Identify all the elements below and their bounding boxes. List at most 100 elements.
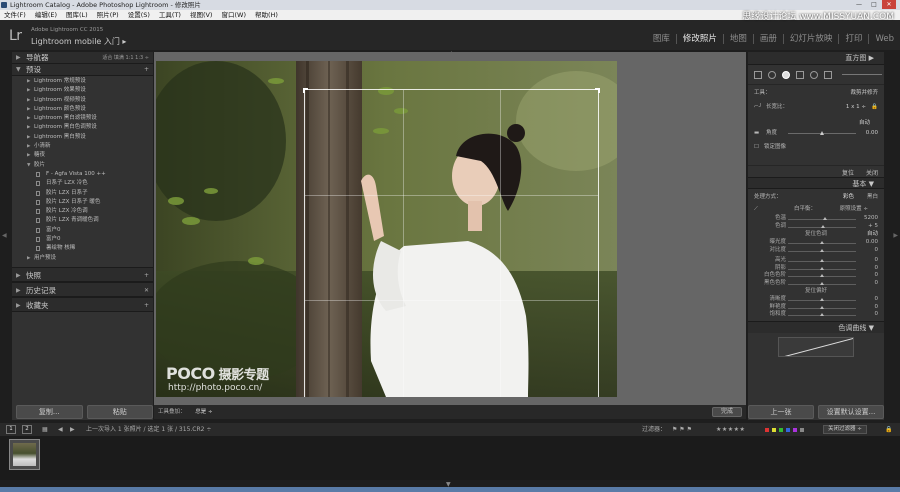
preset-folder[interactable]: ▶ 糖夜 — [12, 151, 153, 160]
slider-value[interactable]: 0 — [875, 296, 879, 304]
preset-item[interactable]: 胶片 LZX 冷色调 — [12, 207, 153, 216]
menu-photo[interactable]: 照片(P) — [97, 10, 119, 20]
menu-help[interactable]: 帮助(H) — [255, 10, 278, 20]
slider-value[interactable]: 5200 — [864, 215, 878, 223]
menu-window[interactable]: 窗口(W) — [221, 10, 246, 20]
menu-library[interactable]: 图库(L) — [66, 10, 88, 20]
color-label-swatch[interactable] — [779, 428, 783, 432]
lightroom-mobile-link[interactable]: Lightroom mobile 入门 ▸ — [31, 36, 126, 47]
done-button[interactable]: 完成 — [711, 407, 742, 417]
crop-close-button[interactable]: 关闭 — [866, 168, 878, 177]
slider-knob[interactable] — [820, 248, 824, 252]
crop-frame-icon[interactable]: ⌐┘ — [754, 102, 762, 112]
forward-arrow-icon[interactable]: ▶ — [70, 423, 75, 436]
preset-item[interactable]: 胶片 LZX 青调暖色调 — [12, 216, 153, 225]
module-book[interactable]: 画册 — [752, 34, 783, 44]
preset-item[interactable]: 富户0 — [12, 235, 153, 244]
slider-value[interactable]: + 5 — [868, 223, 878, 231]
straighten-tool-icon[interactable]: ▬ — [754, 128, 759, 138]
module-print[interactable]: 打印 — [838, 34, 868, 44]
filter-off-select[interactable]: 关闭过滤器 ÷ — [823, 425, 867, 434]
navigator-header[interactable]: ▶ 导航器 适合 填满 1:1 1:3 ÷ — [12, 52, 153, 64]
wb-eyedropper-icon[interactable]: ⟋ — [754, 203, 758, 215]
auto-straighten-button[interactable]: 自动 — [859, 118, 870, 128]
tool-overlay-select[interactable]: 总是 ÷ — [195, 409, 212, 415]
page-2-button[interactable]: 2 — [22, 425, 32, 434]
module-slideshow[interactable]: 幻灯片放映 — [782, 34, 839, 44]
crop-tool-icon[interactable] — [754, 70, 762, 79]
tone-curve-graph[interactable] — [778, 336, 854, 357]
slider-knob[interactable] — [820, 298, 824, 301]
color-label-swatch[interactable] — [772, 428, 776, 432]
wb-select[interactable]: 原照设置 ÷ — [840, 203, 868, 215]
navigator-zoom-options[interactable]: 适合 填满 1:1 1:3 ÷ — [102, 52, 149, 64]
menu-file[interactable]: 文件(F) — [4, 10, 26, 20]
snapshots-header[interactable]: ▶ 快照 + — [12, 267, 153, 282]
slider-knob[interactable] — [820, 266, 824, 270]
histogram-header[interactable]: 直方图 ▶ — [748, 52, 884, 65]
preset-folder[interactable]: ▶ 用户预设 — [12, 254, 153, 263]
slider-knob[interactable] — [820, 241, 824, 244]
treatment-bw-option[interactable]: 黑白 — [867, 191, 878, 203]
slider-value[interactable]: 0 — [875, 265, 879, 273]
preset-folder[interactable]: ▶ Lightroom 常规预设 — [12, 77, 153, 86]
basic-header[interactable]: 基本 ▼ — [748, 177, 884, 189]
preset-folder[interactable]: ▶ Lightroom 视频预设 — [12, 96, 153, 105]
presence-reset-label[interactable]: 复位 — [805, 288, 816, 294]
slider-value[interactable]: 0 — [875, 304, 879, 312]
photo-preview[interactable]: POCO 摄影专题 http://photo.poco.cn/ — [156, 61, 617, 397]
angle-slider-knob[interactable] — [820, 131, 824, 135]
right-panel-toggle-icon[interactable]: ▶ — [893, 232, 898, 239]
module-develop[interactable]: 修改照片 — [675, 34, 723, 44]
preset-item[interactable]: F - Agfa Vista 100 ++ — [12, 170, 153, 179]
flag-filter-icon[interactable]: ⚑ ⚑ ⚑ — [672, 423, 692, 436]
constrain-checkbox[interactable]: ☐ — [754, 142, 759, 152]
presets-header[interactable]: ▼ 预设 + — [12, 64, 153, 76]
color-label-swatch[interactable] — [800, 428, 804, 432]
preset-folder[interactable]: ▶ Lightroom 颜色预设 — [12, 105, 153, 114]
preset-folder[interactable]: ▶ Lightroom 黑白滤镜预设 — [12, 114, 153, 123]
preset-item[interactable]: 胶片 LZX 日系子 — [12, 189, 153, 198]
filter-lock-icon[interactable]: 🔒 — [885, 423, 892, 436]
page-1-button[interactable]: 1 — [6, 425, 16, 434]
filmstrip-source[interactable]: 上一次导入 1 张照片 / 选定 1 张 / 315.CR2 ÷ — [86, 423, 211, 436]
crop-handle-top-right[interactable] — [595, 88, 600, 93]
slider-knob[interactable] — [820, 305, 824, 309]
slider-knob[interactable] — [820, 259, 824, 262]
spot-removal-icon[interactable] — [768, 70, 776, 79]
color-label-swatch[interactable] — [793, 428, 797, 432]
module-web[interactable]: Web — [868, 34, 900, 44]
preset-folder[interactable]: ▶ Lightroom 黑白色调预设 — [12, 123, 153, 132]
add-collection-icon[interactable]: + — [144, 298, 149, 313]
radial-filter-icon[interactable] — [810, 70, 818, 79]
menu-view[interactable]: 视图(V) — [190, 10, 213, 20]
grid-view-icon[interactable]: ▦ — [42, 423, 48, 436]
add-preset-icon[interactable]: + — [144, 64, 149, 76]
collections-header[interactable]: ▶ 收藏夹 + — [12, 297, 153, 312]
filmstrip-thumbnail[interactable] — [9, 439, 40, 470]
add-snapshot-icon[interactable]: + — [144, 268, 149, 283]
history-header[interactable]: ▶ 历史记录 ✕ — [12, 282, 153, 297]
slider-value[interactable]: 0 — [875, 247, 879, 255]
clear-history-icon[interactable]: ✕ — [144, 283, 149, 298]
preset-item[interactable]: 日系子 LZX 冷色 — [12, 179, 153, 188]
crop-overlay[interactable] — [303, 88, 600, 397]
rating-filter[interactable]: ★★★★★ — [716, 423, 745, 436]
slider-value[interactable]: 0.00 — [866, 239, 878, 247]
aspect-select[interactable]: 1 x 1 ÷ — [846, 102, 866, 112]
maximize-button[interactable]: □ — [867, 0, 881, 9]
crop-handle-top-left[interactable] — [303, 88, 308, 93]
red-eye-icon[interactable] — [782, 70, 790, 79]
set-default-button[interactable]: 设置默认设置... — [818, 405, 884, 419]
treatment-color-option[interactable]: 彩色 — [843, 191, 854, 203]
copy-settings-button[interactable]: 复制... — [16, 405, 83, 419]
tone-curve-header[interactable]: 色调曲线 ▼ — [748, 320, 884, 333]
slider-value[interactable]: 0 — [875, 272, 879, 280]
adjustment-brush-icon[interactable] — [824, 70, 832, 79]
slider-knob[interactable] — [821, 224, 826, 228]
graduated-filter-icon[interactable] — [796, 70, 804, 79]
menu-settings[interactable]: 设置(S) — [128, 10, 150, 20]
slider-knob[interactable] — [823, 217, 828, 220]
crop-reset-button[interactable]: 复位 — [842, 168, 854, 177]
preset-folder[interactable]: ▶ Lightroom 黑白预设 — [12, 133, 153, 142]
